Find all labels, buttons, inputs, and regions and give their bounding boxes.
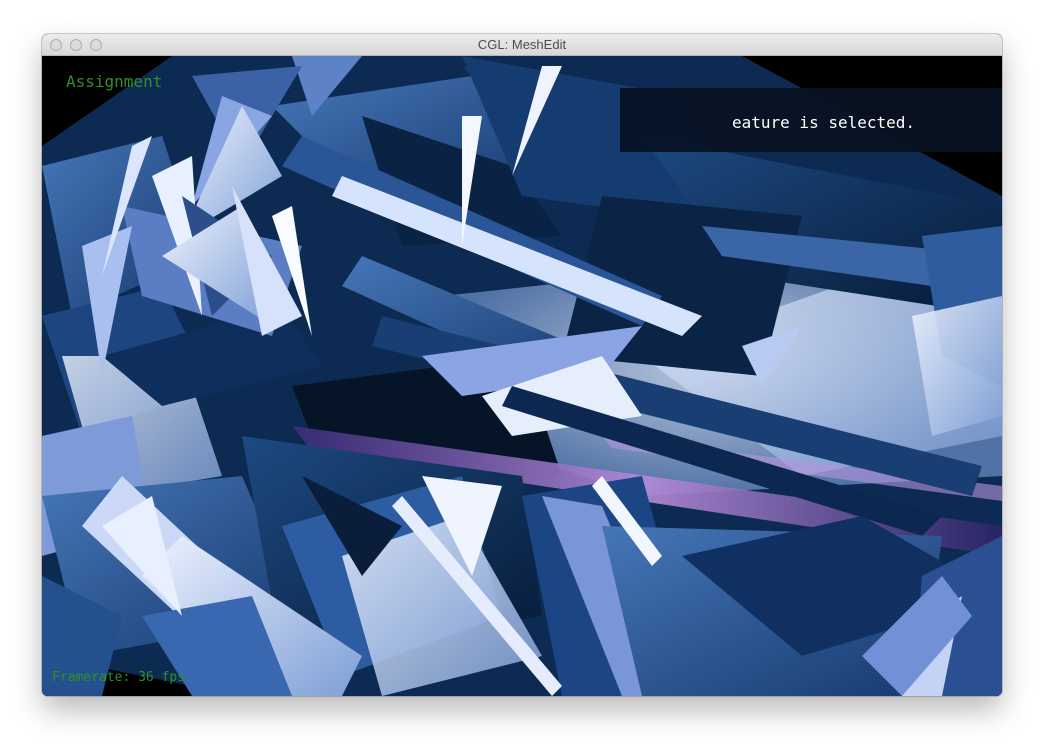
framerate-readout: Framerate: 36 fps bbox=[52, 670, 186, 685]
render-viewport[interactable]: Assignment eature is selected. Framerate… bbox=[42, 56, 1002, 696]
assignment-label: Assignment bbox=[66, 72, 163, 91]
selection-status-message: eature is selected. bbox=[732, 113, 916, 132]
window-title: CGL: MeshEdit bbox=[477, 37, 567, 52]
title-bar[interactable]: CGL: MeshEdit bbox=[42, 34, 1002, 56]
mesh-render[interactable] bbox=[42, 56, 1002, 696]
app-window: CGL: MeshEdit Assignment eature is selec… bbox=[42, 34, 1002, 696]
